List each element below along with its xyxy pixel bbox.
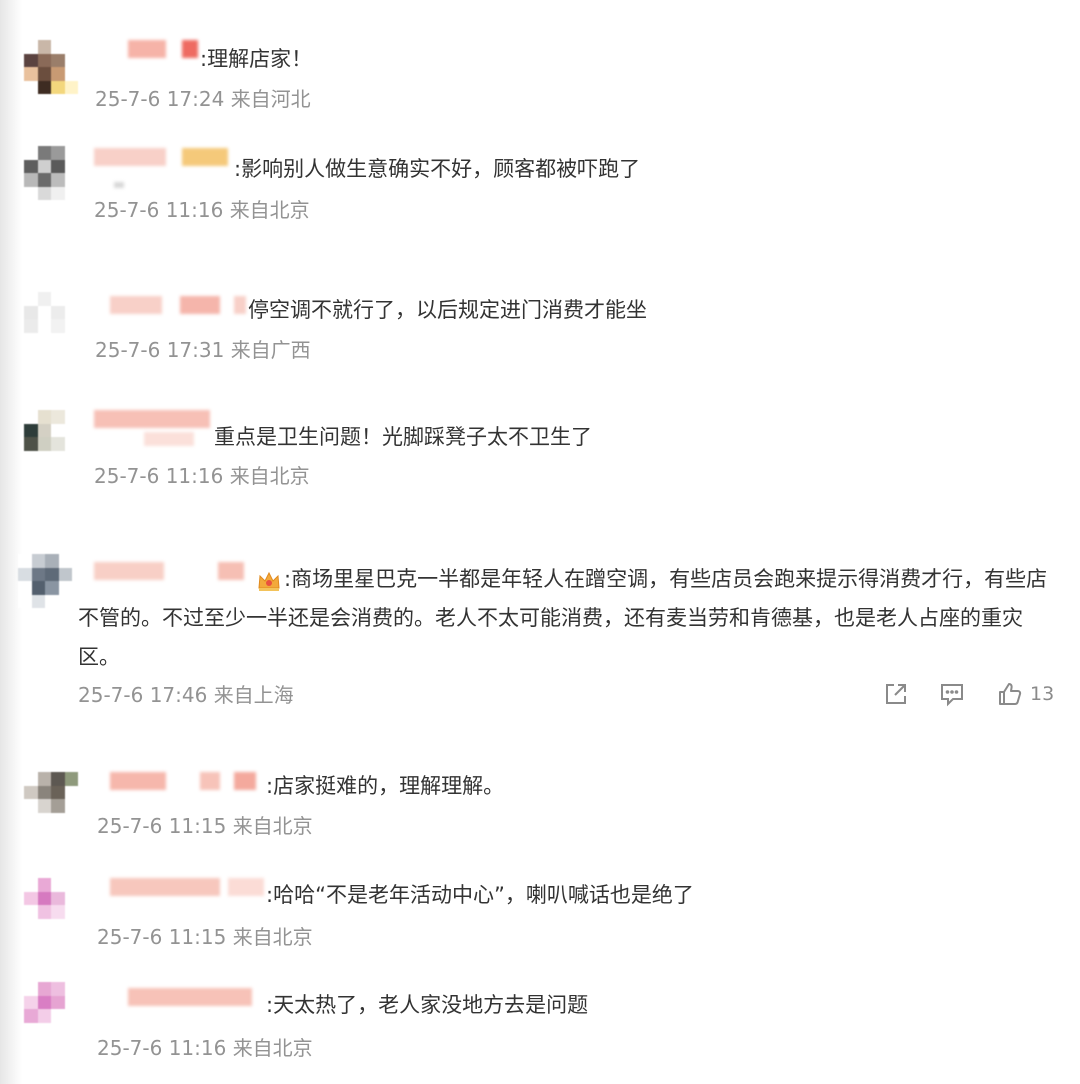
avatar[interactable] bbox=[24, 146, 78, 200]
avatar[interactable] bbox=[24, 772, 78, 826]
comment-text: :天太热了，老人家没地方去是问题 bbox=[266, 993, 589, 1017]
comment-time: 25-7-6 17:31 bbox=[95, 338, 225, 362]
comment-meta: 25-7-6 11:15 来自北京 bbox=[97, 814, 313, 838]
comment-meta: 25-7-6 11:16 来自北京 bbox=[97, 1036, 313, 1060]
comment-time: 25-7-6 17:46 bbox=[78, 683, 208, 707]
comment-text: 停空调不就行了，以后规定进门消费才能坐 bbox=[248, 298, 647, 322]
comment-meta: 25-7-6 11:16 来自北京 bbox=[94, 464, 310, 488]
comment-time: 25-7-6 11:15 bbox=[97, 925, 227, 949]
username-blurred[interactable] bbox=[110, 878, 266, 896]
thumbs-up-icon[interactable] bbox=[996, 680, 1024, 708]
comment-location: 来自北京 bbox=[232, 925, 313, 949]
comment-location: 来自北京 bbox=[229, 198, 310, 222]
comment-time: 25-7-6 11:15 bbox=[97, 814, 227, 838]
comment-text: :店家挺难的，理解理解。 bbox=[266, 774, 505, 798]
username-blurred[interactable] bbox=[128, 40, 200, 58]
avatar[interactable] bbox=[24, 292, 78, 346]
like-count: 13 bbox=[1030, 683, 1055, 705]
avatar[interactable] bbox=[24, 410, 78, 464]
avatar[interactable] bbox=[24, 40, 78, 94]
comment-location: 来自北京 bbox=[232, 814, 313, 838]
comment-meta: 25-7-6 17:24 来自河北 bbox=[95, 87, 311, 111]
comment-time: 25-7-6 17:24 bbox=[95, 87, 225, 111]
comment-text: :理解店家！ bbox=[200, 47, 313, 71]
page-edge-shadow bbox=[0, 0, 22, 1084]
comment-location: 来自北京 bbox=[232, 1036, 313, 1060]
avatar[interactable] bbox=[24, 878, 78, 932]
comment-text: :哈哈“不是老年活动中心”，喇叭喊话也是绝了 bbox=[266, 883, 694, 907]
comment-time: 25-7-6 11:16 bbox=[94, 198, 224, 222]
comment-meta: 25-7-6 17:31 来自广西 bbox=[95, 338, 311, 362]
comment-meta: 25-7-6 17:46 来自上海 bbox=[78, 683, 294, 707]
comment-location: 来自上海 bbox=[213, 683, 294, 707]
comment-text: :影响别人做生意确实不好，顾客都被吓跑了 bbox=[234, 157, 641, 181]
comment-text: :商场里星巴克一半都是年轻人在蹭空调，有些店员会跑来提示得消费才行，有些店不管的… bbox=[78, 567, 1048, 669]
comment-text: 重点是卫生问题！光脚踩凳子太不卫生了 bbox=[214, 425, 592, 449]
avatar[interactable] bbox=[24, 982, 78, 1036]
comment-meta: 25-7-6 11:16 来自北京 bbox=[94, 198, 310, 222]
share-icon[interactable] bbox=[882, 680, 910, 708]
username-blurred[interactable] bbox=[128, 988, 258, 1006]
comment-icon[interactable] bbox=[938, 680, 966, 708]
avatar[interactable] bbox=[18, 554, 72, 608]
comment-location: 来自广西 bbox=[230, 338, 311, 362]
comment-actions: 13 bbox=[882, 680, 1054, 708]
comment-location: 来自北京 bbox=[229, 464, 310, 488]
username-blurred[interactable] bbox=[110, 296, 250, 314]
username-blurred[interactable] bbox=[94, 410, 214, 446]
username-blurred[interactable] bbox=[94, 148, 234, 188]
comment-time: 25-7-6 11:16 bbox=[97, 1036, 227, 1060]
comment-location: 来自河北 bbox=[230, 87, 311, 111]
comment-meta: 25-7-6 11:15 来自北京 bbox=[97, 925, 313, 949]
comment-time: 25-7-6 11:16 bbox=[94, 464, 224, 488]
username-blurred[interactable] bbox=[110, 772, 260, 790]
